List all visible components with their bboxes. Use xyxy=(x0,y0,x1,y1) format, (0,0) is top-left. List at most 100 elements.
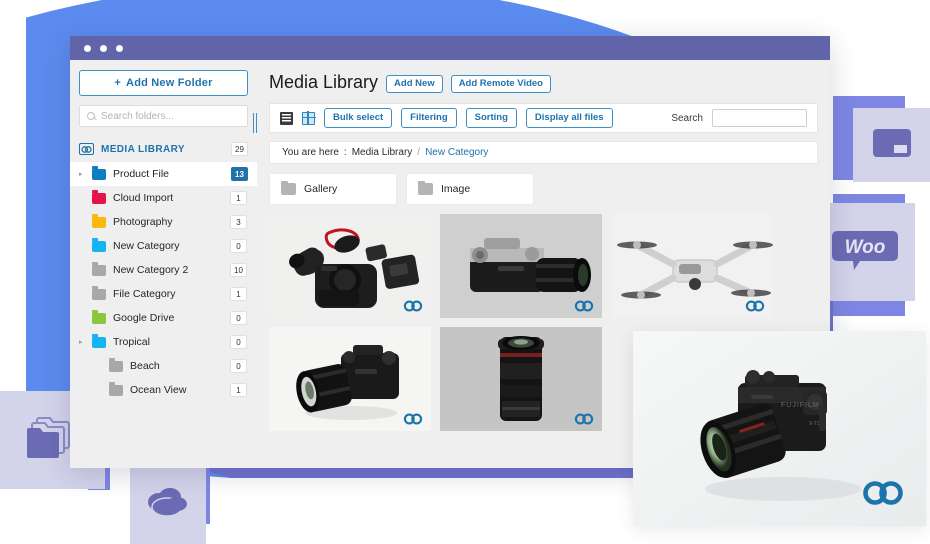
media-library-root-row[interactable]: MEDIA LIBRARY 29 xyxy=(79,136,248,162)
folder-tree-item-content: Beach xyxy=(92,358,224,372)
folder-tree-item[interactable]: Ocean View 1 xyxy=(79,378,248,402)
breadcrumb: You are here : Media Library / New Categ… xyxy=(269,141,818,164)
folder-tree-item-content: File Category xyxy=(92,286,224,300)
media-library-count: 29 xyxy=(231,142,248,156)
folder-tree-item[interactable]: ▸ Product File 13 xyxy=(70,162,257,186)
window-titlebar xyxy=(70,36,830,60)
folder-tree-item-content: Tropical xyxy=(92,334,224,348)
folder-tree-item-label: Photography xyxy=(113,216,173,228)
breadcrumb-separator: / xyxy=(417,147,421,158)
folder-icon xyxy=(92,190,106,204)
subfolder-label: Image xyxy=(441,183,471,195)
folder-icon xyxy=(109,382,123,396)
chevron-right-icon[interactable]: ▸ xyxy=(79,339,86,346)
folder-tree-item-label: Ocean View xyxy=(130,384,187,396)
chevron-right-icon[interactable]: ▸ xyxy=(79,171,86,178)
woo-tile: Woo xyxy=(815,203,915,301)
chain-link-logo-icon xyxy=(862,480,904,506)
folder-tree-item-content: Ocean View xyxy=(92,382,224,396)
window-maximize-dot[interactable] xyxy=(116,44,123,52)
bulk-select-button[interactable]: Bulk select xyxy=(324,107,393,129)
search-input[interactable] xyxy=(712,109,807,127)
chain-link-logo-icon xyxy=(403,412,423,425)
folder-tree-item[interactable]: Google Drive 0 xyxy=(79,306,248,330)
sorting-button[interactable]: Sorting xyxy=(465,107,517,129)
subfolder-card[interactable]: Image xyxy=(406,173,534,205)
folder-icon xyxy=(281,180,296,195)
window-close-dot[interactable] xyxy=(84,44,91,52)
folder-item-count: 13 xyxy=(231,167,248,181)
folder-item-count: 0 xyxy=(230,359,247,373)
breadcrumb-prefix: You are here xyxy=(282,147,339,158)
chain-link-logo-icon xyxy=(403,299,423,312)
folder-tree-item[interactable]: Photography 3 xyxy=(79,210,248,234)
folder-tree-item-content: Photography xyxy=(92,214,224,228)
media-thumbnail[interactable] xyxy=(440,214,602,318)
media-thumbnail[interactable] xyxy=(440,327,602,431)
subfolder-list: Gallery Image xyxy=(269,173,818,205)
search-icon xyxy=(87,112,95,120)
svg-text:FUJIFILM: FUJIFILM xyxy=(781,402,820,409)
filtering-button[interactable]: Filtering xyxy=(401,107,457,129)
media-thumbnail[interactable] xyxy=(269,214,431,318)
search-folders-placeholder: Search folders... xyxy=(101,110,174,122)
featured-media-thumbnail[interactable]: FUJIFILM X-T30 xyxy=(633,331,926,526)
cloud-icon xyxy=(144,485,192,524)
plus-icon: + xyxy=(114,77,122,89)
folder-tree-item-label: Beach xyxy=(130,360,160,372)
folder-tree-item[interactable]: Cloud Import 1 xyxy=(79,186,248,210)
folder-tree-item[interactable]: New Category 0 xyxy=(79,234,248,258)
display-all-files-button[interactable]: Display all files xyxy=(525,107,613,129)
add-new-folder-button[interactable]: + Add New Folder xyxy=(79,70,248,96)
subfolder-label: Gallery xyxy=(304,183,338,195)
grid-view-icon[interactable] xyxy=(301,111,316,125)
folder-icon xyxy=(92,166,106,180)
browser-window-icon xyxy=(872,128,912,163)
media-thumbnail[interactable] xyxy=(269,327,431,431)
page-title: Media Library xyxy=(269,72,379,92)
window-minimize-dot[interactable] xyxy=(100,44,107,52)
folder-tree-item[interactable]: New Category 2 10 xyxy=(79,258,248,282)
list-view-icon[interactable] xyxy=(280,111,293,125)
folder-item-count: 10 xyxy=(230,263,247,277)
folder-tree-item-label: Product File xyxy=(113,168,170,180)
folder-tree-item-content: Google Drive xyxy=(92,310,224,324)
folder-tree-item[interactable]: ▸ Tropical 0 xyxy=(79,330,248,354)
folder-icon xyxy=(418,180,433,195)
add-remote-video-button[interactable]: Add Remote Video xyxy=(450,74,551,93)
media-library-label: MEDIA LIBRARY xyxy=(101,143,185,155)
chain-link-logo-icon xyxy=(574,412,594,425)
folder-item-count: 0 xyxy=(230,335,247,349)
screenshot-stage: Woo + Add New Folder Search folders... M… xyxy=(0,0,930,544)
folder-tree-item[interactable]: File Category 1 xyxy=(79,282,248,306)
folder-tree-item-label: Google Drive xyxy=(113,312,175,324)
breadcrumb-root[interactable]: Media Library xyxy=(352,147,413,158)
folder-icon xyxy=(92,214,106,228)
folder-tree-item-content: New Category xyxy=(92,238,224,252)
chain-link-logo-icon xyxy=(574,299,594,312)
folder-tree-item-content: New Category 2 xyxy=(92,262,224,276)
folder-icon xyxy=(92,310,106,324)
sidebar-resize-handle[interactable] xyxy=(252,112,257,134)
subfolder-card[interactable]: Gallery xyxy=(269,173,397,205)
add-new-folder-label: Add New Folder xyxy=(126,77,213,89)
add-new-button[interactable]: Add New xyxy=(386,74,443,93)
breadcrumb-current[interactable]: New Category xyxy=(425,147,488,158)
search-label: Search xyxy=(671,112,703,124)
media-thumbnail[interactable] xyxy=(611,214,773,318)
woocommerce-logo-icon: Woo xyxy=(832,228,898,277)
folder-tree-item-content: Cloud Import xyxy=(92,190,224,204)
folder-icon xyxy=(92,238,106,252)
chain-link-logo-icon xyxy=(79,143,94,155)
folder-item-count: 1 xyxy=(230,287,247,301)
svg-text:Woo: Woo xyxy=(845,237,886,258)
folder-tree-item[interactable]: Beach 0 xyxy=(79,354,248,378)
window-tile xyxy=(853,108,930,182)
chain-link-logo-icon xyxy=(745,299,765,312)
content-header: Media Library Add New Add Remote Video xyxy=(269,72,818,93)
folder-icon xyxy=(92,286,106,300)
folder-sidebar: + Add New Folder Search folders... MEDIA… xyxy=(70,60,257,468)
search-folders-input[interactable]: Search folders... xyxy=(79,105,248,127)
folder-tree-item-label: Cloud Import xyxy=(113,192,174,204)
cloud-tile xyxy=(130,465,206,544)
